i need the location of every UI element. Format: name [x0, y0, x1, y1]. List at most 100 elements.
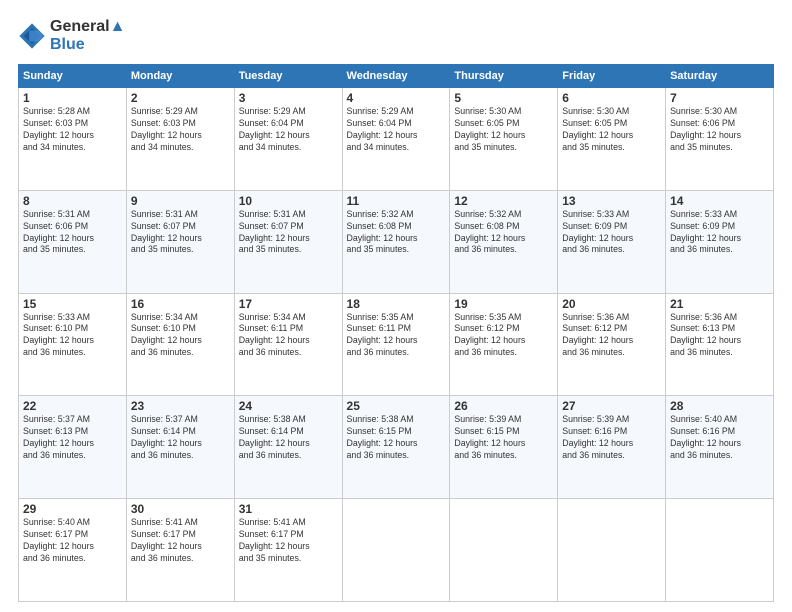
day-info: Sunrise: 5:35 AM Sunset: 6:11 PM Dayligh…	[347, 312, 446, 360]
day-info: Sunrise: 5:33 AM Sunset: 6:10 PM Dayligh…	[23, 312, 122, 360]
day-number: 26	[454, 399, 553, 413]
calendar-week-row: 1Sunrise: 5:28 AM Sunset: 6:03 PM Daylig…	[19, 88, 774, 191]
calendar-cell: 10Sunrise: 5:31 AM Sunset: 6:07 PM Dayli…	[234, 190, 342, 293]
calendar-cell: 2Sunrise: 5:29 AM Sunset: 6:03 PM Daylig…	[126, 88, 234, 191]
calendar-cell: 14Sunrise: 5:33 AM Sunset: 6:09 PM Dayli…	[666, 190, 774, 293]
day-number: 6	[562, 91, 661, 105]
calendar-cell: 19Sunrise: 5:35 AM Sunset: 6:12 PM Dayli…	[450, 293, 558, 396]
day-info: Sunrise: 5:30 AM Sunset: 6:05 PM Dayligh…	[454, 106, 553, 154]
day-number: 19	[454, 297, 553, 311]
day-number: 12	[454, 194, 553, 208]
calendar-cell: 8Sunrise: 5:31 AM Sunset: 6:06 PM Daylig…	[19, 190, 127, 293]
header: General▲ Blue	[18, 18, 774, 54]
calendar-cell: 30Sunrise: 5:41 AM Sunset: 6:17 PM Dayli…	[126, 499, 234, 602]
calendar-table: SundayMondayTuesdayWednesdayThursdayFrid…	[18, 64, 774, 602]
calendar-cell	[450, 499, 558, 602]
day-number: 27	[562, 399, 661, 413]
day-info: Sunrise: 5:31 AM Sunset: 6:07 PM Dayligh…	[131, 209, 230, 257]
calendar-cell: 15Sunrise: 5:33 AM Sunset: 6:10 PM Dayli…	[19, 293, 127, 396]
day-number: 1	[23, 91, 122, 105]
calendar-cell: 11Sunrise: 5:32 AM Sunset: 6:08 PM Dayli…	[342, 190, 450, 293]
day-number: 15	[23, 297, 122, 311]
calendar-cell	[666, 499, 774, 602]
calendar-cell: 24Sunrise: 5:38 AM Sunset: 6:14 PM Dayli…	[234, 396, 342, 499]
day-number: 30	[131, 502, 230, 516]
day-info: Sunrise: 5:31 AM Sunset: 6:06 PM Dayligh…	[23, 209, 122, 257]
day-info: Sunrise: 5:28 AM Sunset: 6:03 PM Dayligh…	[23, 106, 122, 154]
calendar-cell: 16Sunrise: 5:34 AM Sunset: 6:10 PM Dayli…	[126, 293, 234, 396]
day-number: 2	[131, 91, 230, 105]
logo-text: General▲ Blue	[50, 18, 125, 54]
dow-header: Thursday	[450, 65, 558, 88]
day-number: 11	[347, 194, 446, 208]
dow-header: Tuesday	[234, 65, 342, 88]
day-info: Sunrise: 5:29 AM Sunset: 6:04 PM Dayligh…	[239, 106, 338, 154]
calendar-cell: 5Sunrise: 5:30 AM Sunset: 6:05 PM Daylig…	[450, 88, 558, 191]
day-info: Sunrise: 5:38 AM Sunset: 6:15 PM Dayligh…	[347, 414, 446, 462]
day-number: 31	[239, 502, 338, 516]
calendar-cell: 9Sunrise: 5:31 AM Sunset: 6:07 PM Daylig…	[126, 190, 234, 293]
calendar-cell: 7Sunrise: 5:30 AM Sunset: 6:06 PM Daylig…	[666, 88, 774, 191]
day-info: Sunrise: 5:30 AM Sunset: 6:05 PM Dayligh…	[562, 106, 661, 154]
day-info: Sunrise: 5:31 AM Sunset: 6:07 PM Dayligh…	[239, 209, 338, 257]
calendar-cell: 29Sunrise: 5:40 AM Sunset: 6:17 PM Dayli…	[19, 499, 127, 602]
day-info: Sunrise: 5:32 AM Sunset: 6:08 PM Dayligh…	[347, 209, 446, 257]
day-number: 18	[347, 297, 446, 311]
logo-icon	[18, 22, 46, 50]
day-info: Sunrise: 5:34 AM Sunset: 6:10 PM Dayligh…	[131, 312, 230, 360]
calendar-cell: 28Sunrise: 5:40 AM Sunset: 6:16 PM Dayli…	[666, 396, 774, 499]
day-info: Sunrise: 5:33 AM Sunset: 6:09 PM Dayligh…	[562, 209, 661, 257]
day-info: Sunrise: 5:30 AM Sunset: 6:06 PM Dayligh…	[670, 106, 769, 154]
calendar-week-row: 22Sunrise: 5:37 AM Sunset: 6:13 PM Dayli…	[19, 396, 774, 499]
day-number: 3	[239, 91, 338, 105]
calendar-week-row: 15Sunrise: 5:33 AM Sunset: 6:10 PM Dayli…	[19, 293, 774, 396]
day-number: 4	[347, 91, 446, 105]
calendar-cell: 22Sunrise: 5:37 AM Sunset: 6:13 PM Dayli…	[19, 396, 127, 499]
day-number: 29	[23, 502, 122, 516]
day-info: Sunrise: 5:37 AM Sunset: 6:13 PM Dayligh…	[23, 414, 122, 462]
day-info: Sunrise: 5:40 AM Sunset: 6:17 PM Dayligh…	[23, 517, 122, 565]
day-number: 25	[347, 399, 446, 413]
day-number: 28	[670, 399, 769, 413]
calendar-cell	[342, 499, 450, 602]
day-number: 14	[670, 194, 769, 208]
day-number: 8	[23, 194, 122, 208]
day-info: Sunrise: 5:40 AM Sunset: 6:16 PM Dayligh…	[670, 414, 769, 462]
day-number: 22	[23, 399, 122, 413]
day-number: 17	[239, 297, 338, 311]
day-number: 7	[670, 91, 769, 105]
day-info: Sunrise: 5:41 AM Sunset: 6:17 PM Dayligh…	[131, 517, 230, 565]
logo: General▲ Blue	[18, 18, 125, 54]
calendar-week-row: 8Sunrise: 5:31 AM Sunset: 6:06 PM Daylig…	[19, 190, 774, 293]
calendar-cell: 26Sunrise: 5:39 AM Sunset: 6:15 PM Dayli…	[450, 396, 558, 499]
calendar-cell: 20Sunrise: 5:36 AM Sunset: 6:12 PM Dayli…	[558, 293, 666, 396]
calendar-cell: 25Sunrise: 5:38 AM Sunset: 6:15 PM Dayli…	[342, 396, 450, 499]
day-number: 16	[131, 297, 230, 311]
day-number: 5	[454, 91, 553, 105]
calendar-cell	[558, 499, 666, 602]
day-number: 9	[131, 194, 230, 208]
calendar-cell: 12Sunrise: 5:32 AM Sunset: 6:08 PM Dayli…	[450, 190, 558, 293]
calendar-cell: 18Sunrise: 5:35 AM Sunset: 6:11 PM Dayli…	[342, 293, 450, 396]
day-number: 13	[562, 194, 661, 208]
day-info: Sunrise: 5:38 AM Sunset: 6:14 PM Dayligh…	[239, 414, 338, 462]
day-info: Sunrise: 5:36 AM Sunset: 6:13 PM Dayligh…	[670, 312, 769, 360]
calendar-cell: 1Sunrise: 5:28 AM Sunset: 6:03 PM Daylig…	[19, 88, 127, 191]
calendar-week-row: 29Sunrise: 5:40 AM Sunset: 6:17 PM Dayli…	[19, 499, 774, 602]
day-info: Sunrise: 5:35 AM Sunset: 6:12 PM Dayligh…	[454, 312, 553, 360]
calendar-cell: 23Sunrise: 5:37 AM Sunset: 6:14 PM Dayli…	[126, 396, 234, 499]
dow-header: Saturday	[666, 65, 774, 88]
day-number: 21	[670, 297, 769, 311]
calendar-cell: 6Sunrise: 5:30 AM Sunset: 6:05 PM Daylig…	[558, 88, 666, 191]
calendar-cell: 31Sunrise: 5:41 AM Sunset: 6:17 PM Dayli…	[234, 499, 342, 602]
calendar-cell: 13Sunrise: 5:33 AM Sunset: 6:09 PM Dayli…	[558, 190, 666, 293]
calendar-cell: 27Sunrise: 5:39 AM Sunset: 6:16 PM Dayli…	[558, 396, 666, 499]
day-number: 23	[131, 399, 230, 413]
day-number: 24	[239, 399, 338, 413]
day-info: Sunrise: 5:39 AM Sunset: 6:16 PM Dayligh…	[562, 414, 661, 462]
day-info: Sunrise: 5:34 AM Sunset: 6:11 PM Dayligh…	[239, 312, 338, 360]
day-info: Sunrise: 5:36 AM Sunset: 6:12 PM Dayligh…	[562, 312, 661, 360]
dow-header: Sunday	[19, 65, 127, 88]
day-info: Sunrise: 5:41 AM Sunset: 6:17 PM Dayligh…	[239, 517, 338, 565]
day-info: Sunrise: 5:32 AM Sunset: 6:08 PM Dayligh…	[454, 209, 553, 257]
